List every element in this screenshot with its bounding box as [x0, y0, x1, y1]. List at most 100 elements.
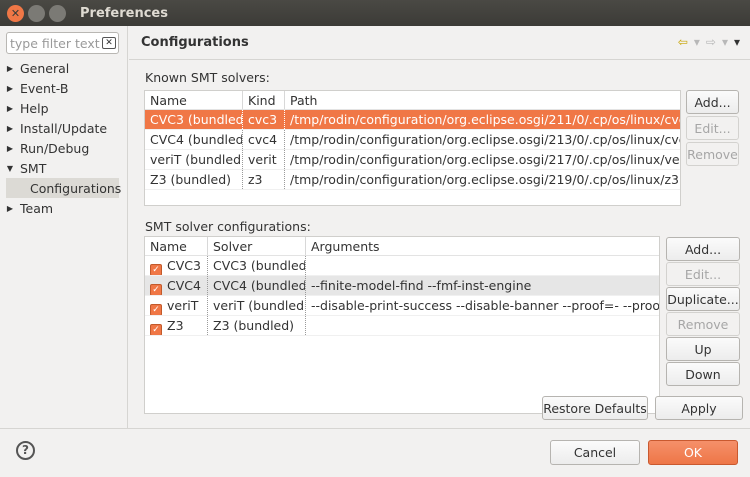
column-header-kind[interactable]: Kind — [243, 91, 285, 109]
solver-path-cell: /tmp/rodin/configuration/org.eclipse.osg… — [290, 172, 680, 187]
table-row[interactable]: CVC3 (bundled) cvc3 /tmp/rodin/configura… — [145, 110, 680, 130]
solver-configurations-table[interactable]: Name Solver Arguments ✓ CVC3 CVC3 (bundle… — [144, 236, 660, 414]
remove-configuration-button[interactable]: Remove — [666, 312, 740, 336]
collapse-arrow-icon[interactable]: ▼ — [0, 164, 20, 173]
edit-configuration-button[interactable]: Edit... — [666, 262, 740, 286]
cancel-button[interactable]: Cancel — [550, 440, 640, 465]
minimize-icon[interactable] — [28, 4, 45, 22]
tree-item-label: Install/Update — [20, 120, 108, 136]
expand-arrow-icon[interactable]: ▶ — [0, 124, 20, 133]
ok-button[interactable]: OK — [648, 440, 738, 465]
clear-filter-icon[interactable]: ✕ — [102, 37, 116, 49]
title-bar: ✕ Preferences — [0, 0, 750, 26]
config-arguments-cell — [306, 256, 659, 275]
solver-path-cell: /tmp/rodin/configuration/org.eclipse.osg… — [290, 152, 680, 167]
restore-defaults-button[interactable]: Restore Defaults — [542, 396, 648, 420]
preference-tree: ▶ General ▶ Event-B ▶ Help ▶ Install/Update … — [0, 58, 127, 218]
edit-solver-button[interactable]: Edit... — [686, 116, 739, 140]
solver-path-cell: /tmp/rodin/configuration/org.eclipse.osg… — [290, 132, 680, 147]
remove-solver-button[interactable]: Remove — [686, 142, 739, 166]
config-arguments-cell: --disable-print-success --disable-banner… — [311, 298, 659, 313]
filter-input[interactable] — [10, 35, 102, 51]
window-title: Preferences — [80, 5, 168, 21]
config-name-cell: ✓ veriT — [145, 296, 208, 315]
move-up-button[interactable]: Up — [666, 337, 740, 361]
config-name: CVC4 — [167, 278, 201, 293]
column-header-solver[interactable]: Solver — [208, 237, 306, 255]
tree-item-general[interactable]: ▶ General — [0, 58, 127, 78]
tree-item-label: General — [20, 60, 70, 76]
solver-name-cell: CVC4 (bundled) — [145, 130, 243, 149]
table-header: Name Solver Arguments — [145, 237, 659, 256]
solver-path-cell: /tmp/rodin/configuration/org.eclipse.osg… — [290, 112, 680, 127]
tree-item-label: Team — [20, 200, 54, 216]
column-header-name[interactable]: Name — [145, 91, 243, 109]
expand-arrow-icon[interactable]: ▶ — [0, 144, 20, 153]
config-name: veriT — [167, 298, 199, 313]
expand-arrow-icon[interactable]: ▶ — [0, 204, 20, 213]
solver-name-cell: CVC3 (bundled) — [145, 110, 243, 129]
table-row[interactable]: ✓ CVC4 CVC4 (bundled) --finite-model-find… — [145, 276, 659, 296]
tree-item-label: Help — [20, 100, 49, 116]
solver-kind-cell: cvc3 — [243, 110, 285, 129]
page-title: Configurations — [141, 35, 249, 50]
solver-kind-cell: z3 — [243, 170, 285, 189]
known-solvers-table[interactable]: Name Kind Path CVC3 (bundled) cvc3 /tmp/… — [144, 90, 681, 206]
config-solver-cell: CVC4 (bundled) — [208, 276, 306, 295]
close-icon[interactable]: ✕ — [7, 4, 24, 22]
enabled-checkbox[interactable]: ✓ — [150, 284, 162, 295]
expand-arrow-icon[interactable]: ▶ — [0, 104, 20, 113]
dialog-button-bar: ? Cancel OK — [0, 428, 750, 477]
tree-item-event-b[interactable]: ▶ Event-B — [0, 78, 127, 98]
help-icon[interactable]: ? — [16, 441, 35, 460]
column-header-path[interactable]: Path — [285, 91, 680, 109]
expand-arrow-icon[interactable]: ▶ — [0, 64, 20, 73]
table-row[interactable]: Z3 (bundled) z3 /tmp/rodin/configuration… — [145, 170, 680, 190]
solver-kind-cell: verit — [243, 150, 285, 169]
table-row[interactable]: veriT (bundled) verit /tmp/rodin/configu… — [145, 150, 680, 170]
solver-name-cell: Z3 (bundled) — [145, 170, 243, 189]
solver-configurations-label: SMT solver configurations: — [145, 219, 311, 234]
expand-arrow-icon[interactable]: ▶ — [0, 84, 20, 93]
enabled-checkbox[interactable]: ✓ — [150, 264, 162, 275]
tree-item-label: SMT — [20, 160, 47, 176]
known-solvers-label: Known SMT solvers: — [145, 70, 270, 85]
enabled-checkbox[interactable]: ✓ — [150, 304, 162, 315]
tree-item-configurations[interactable]: Configurations — [6, 178, 122, 198]
tree-item-label: Configurations — [30, 180, 122, 196]
maximize-icon[interactable] — [49, 4, 66, 22]
apply-button[interactable]: Apply — [655, 396, 743, 420]
column-header-arguments[interactable]: Arguments — [306, 237, 659, 255]
back-menu-icon[interactable]: ▾ — [694, 35, 700, 49]
table-row[interactable]: ✓ CVC3 CVC3 (bundled) — [145, 256, 659, 276]
column-header-name[interactable]: Name — [145, 237, 208, 255]
solver-name-cell: veriT (bundled) — [145, 150, 243, 169]
add-solver-button[interactable]: Add... — [686, 90, 739, 114]
table-row[interactable]: ✓ veriT veriT (bundled) --disable-print-s… — [145, 296, 659, 316]
tree-item-label: Event-B — [20, 80, 69, 96]
tree-item-smt[interactable]: ▼ SMT — [0, 158, 127, 178]
config-name: Z3 — [167, 318, 184, 333]
table-row[interactable]: CVC4 (bundled) cvc4 /tmp/rodin/configura… — [145, 130, 680, 150]
view-menu-icon[interactable]: ▾ — [734, 35, 740, 49]
config-name-cell: ✓ CVC3 — [145, 256, 208, 275]
back-arrow-icon[interactable]: ⇦ — [678, 35, 688, 49]
config-name: CVC3 — [167, 258, 201, 273]
duplicate-configuration-button[interactable]: Duplicate... — [666, 287, 740, 311]
table-row[interactable]: ✓ Z3 Z3 (bundled) — [145, 316, 659, 336]
tree-item-run-debug[interactable]: ▶ Run/Debug — [0, 138, 127, 158]
forward-arrow-icon[interactable]: ⇨ — [706, 35, 716, 49]
tree-item-help[interactable]: ▶ Help — [0, 98, 127, 118]
tree-item-label: Run/Debug — [20, 140, 90, 156]
page-header: Configurations ⇦ ▾ ⇨ ▾ ▾ — [129, 26, 750, 60]
enabled-checkbox[interactable]: ✓ — [150, 324, 162, 335]
config-name-cell: ✓ CVC4 — [145, 276, 208, 295]
tree-item-team[interactable]: ▶ Team — [0, 198, 127, 218]
page-navigation: ⇦ ▾ ⇨ ▾ ▾ — [678, 35, 740, 49]
forward-menu-icon[interactable]: ▾ — [722, 35, 728, 49]
tree-item-install-update[interactable]: ▶ Install/Update — [0, 118, 127, 138]
move-down-button[interactable]: Down — [666, 362, 740, 386]
add-configuration-button[interactable]: Add... — [666, 237, 740, 261]
config-solver-cell: CVC3 (bundled) — [208, 256, 306, 275]
solver-kind-cell: cvc4 — [243, 130, 285, 149]
